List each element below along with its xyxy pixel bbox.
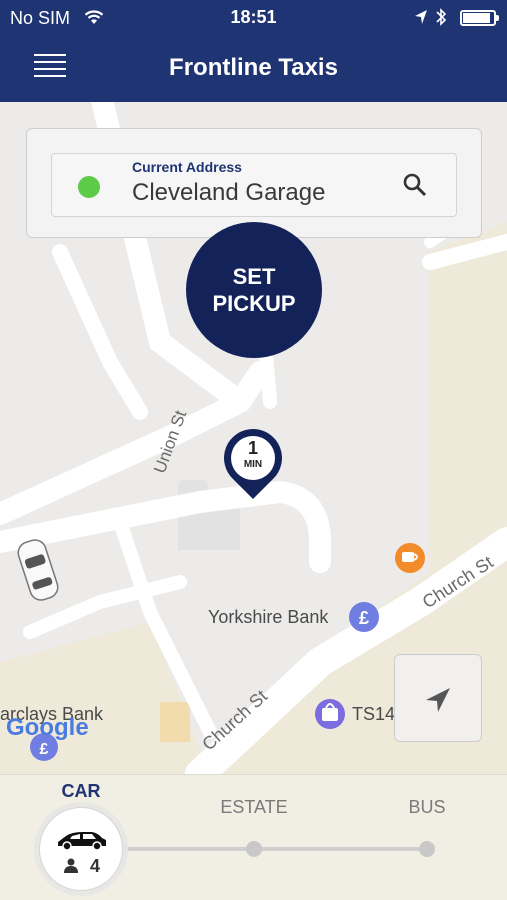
- battery-icon: [460, 10, 499, 26]
- eta-value: 1: [247, 438, 258, 458]
- nav-bar: Frontline Taxis: [0, 36, 507, 102]
- cafe-icon: [395, 543, 425, 573]
- location-arrow-icon: [415, 10, 427, 24]
- vehicle-stop-bus[interactable]: [419, 841, 435, 857]
- eta-pin: 1 MIN: [222, 427, 284, 501]
- clock: 18:51: [230, 7, 277, 27]
- map-label-yorkshire-bank: Yorkshire Bank: [208, 607, 329, 627]
- status-dot: [78, 176, 100, 198]
- locate-me-button[interactable]: [394, 654, 482, 742]
- passenger-count: 4: [90, 856, 101, 876]
- vehicle-stop-estate[interactable]: [246, 841, 262, 857]
- svg-text:£: £: [40, 741, 49, 758]
- address-label: Current Address: [132, 159, 242, 175]
- svg-text:£: £: [359, 608, 369, 628]
- battery-level: [463, 13, 490, 23]
- set-pickup-line1: SET: [232, 264, 276, 289]
- search-icon[interactable]: [402, 172, 428, 198]
- vehicle-option-bus[interactable]: BUS: [367, 797, 487, 818]
- vehicle-option-estate[interactable]: ESTATE: [194, 797, 314, 818]
- shopping-icon: [315, 699, 345, 729]
- map-view[interactable]: £ £ Union St Yorkshire Bank Church St Ch…: [0, 102, 507, 774]
- address-field[interactable]: Current Address Cleveland Garage: [51, 153, 457, 217]
- vehicle-option-car[interactable]: CAR: [21, 781, 141, 802]
- navigation-arrow-icon: [426, 688, 450, 712]
- vehicle-slider-handle[interactable]: 4: [39, 807, 123, 891]
- address-value: Cleveland Garage: [132, 179, 326, 206]
- taxi-car-icon: [17, 539, 59, 601]
- eta-unit: MIN: [243, 459, 263, 470]
- map-label-ts14: TS14: [352, 704, 396, 724]
- set-pickup-button[interactable]: SET PICKUP: [186, 222, 322, 358]
- bank-icon: £: [349, 602, 379, 632]
- bluetooth-icon: [436, 8, 447, 26]
- app-title: Frontline Taxis: [169, 54, 338, 81]
- vehicle-selector-panel: CAR ESTATE BUS 4: [0, 774, 507, 900]
- car-icon: [58, 832, 106, 851]
- status-bar: No SIM 18:51: [0, 0, 507, 36]
- set-pickup-line2: PICKUP: [212, 291, 296, 316]
- google-logo: Google: [6, 714, 89, 741]
- passenger-icon: [64, 858, 78, 873]
